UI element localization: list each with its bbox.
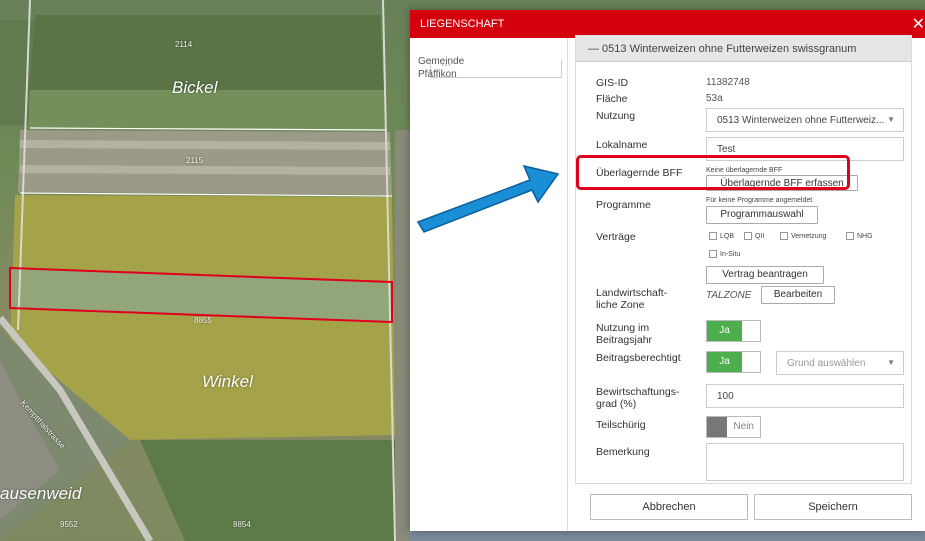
zone-value: TALZONE <box>706 290 752 301</box>
programmauswahl-button[interactable]: Programmauswahl <box>706 206 818 224</box>
close-icon[interactable]: ✕ <box>912 14 925 34</box>
nutzung-select[interactable]: 0513 Winterweizen ohne Futterweiz... ▼ <box>706 108 904 132</box>
parcel-number: 8855 <box>194 316 212 325</box>
form-section-title[interactable]: — 0513 Winterweizen ohne Futterweizen sw… <box>576 36 911 62</box>
checkbox-vernetzung[interactable]: Vernetzung <box>780 232 826 240</box>
nutzung-form: — 0513 Winterweizen ohne Futterweizen sw… <box>575 35 912 484</box>
bewirt-label: Bewirtschaftungs-grad (%) <box>596 386 680 410</box>
bewirt-value: 100 <box>717 391 734 402</box>
chevron-down-icon: ▼ <box>887 358 895 367</box>
checkbox-lqb[interactable]: LQB <box>709 232 734 240</box>
bemerkung-textarea[interactable] <box>706 443 904 481</box>
nutzung-select-value: 0513 Winterweizen ohne Futterweiz... <box>717 115 885 126</box>
programme-label: Programme <box>596 199 651 211</box>
panel-header: LIEGENSCHAFT ✕ <box>410 10 925 38</box>
cancel-button[interactable]: Abbrechen <box>590 494 748 520</box>
flaeche-value: 53a <box>706 93 723 104</box>
vertrag-beantragen-button[interactable]: Vertrag beantragen <box>706 266 824 284</box>
nutzung-label: Nutzung <box>596 110 636 122</box>
grund-select-placeholder: Grund auswählen <box>787 358 866 369</box>
beitrag-label: Beitragsberechtigt <box>596 352 681 364</box>
bemerkung-label: Bemerkung <box>596 446 650 458</box>
nutzung-jahr-toggle[interactable]: Ja <box>706 320 761 342</box>
bewirt-input[interactable]: 100 <box>706 384 904 408</box>
teilschuerig-toggle[interactable]: Nein <box>706 416 761 438</box>
flaeche-label: Fläche <box>596 93 628 105</box>
checkbox-qii[interactable]: QII <box>744 232 764 240</box>
programme-note: Für keine Programme angemeldet <box>706 197 813 204</box>
teilschuerig-label: Teilschürig <box>596 419 646 431</box>
zone-edit-button[interactable]: Bearbeiten <box>761 286 835 304</box>
checkbox-in-situ[interactable]: In-Situ <box>709 250 740 258</box>
lokalname-value: Test <box>717 144 736 155</box>
highlight-box <box>576 155 850 190</box>
parcel-number: 9552 <box>60 520 78 529</box>
parcel-number: 2115 <box>186 156 204 165</box>
parcel-number: 2114 <box>175 40 193 49</box>
gis-id-value: 11382748 <box>706 77 750 88</box>
map-label-bickel: Bickel <box>172 78 218 97</box>
gemeinde-label: Gemeinde <box>418 56 465 67</box>
vertraege-label: Verträge <box>596 231 636 243</box>
annotation-arrow <box>416 164 560 233</box>
grund-select[interactable]: Grund auswählen ▼ <box>776 351 904 375</box>
parcel-number: 8854 <box>233 520 251 529</box>
panel-title: LIEGENSCHAFT <box>420 18 505 30</box>
zone-label: Landwirtschaft-liche Zone <box>596 287 668 311</box>
gis-id-label: GIS-ID <box>596 77 629 89</box>
beitrag-toggle[interactable]: Ja <box>706 351 761 373</box>
map-label-winkel: Winkel <box>202 372 253 391</box>
save-button[interactable]: Speichern <box>754 494 912 520</box>
chevron-down-icon: ▼ <box>887 115 895 124</box>
map-label-ausenweid: ausenweid <box>0 484 82 503</box>
left-column: ⋯ Gemeinde Pfäffikon <box>416 38 568 531</box>
checkbox-nhg[interactable]: NHG <box>846 232 873 240</box>
gemeinde-value: Pfäffikon <box>418 69 457 80</box>
nutzung-jahr-label: Nutzung im Beitragsjahr <box>596 322 653 346</box>
lokalname-label: Lokalname <box>596 139 648 151</box>
